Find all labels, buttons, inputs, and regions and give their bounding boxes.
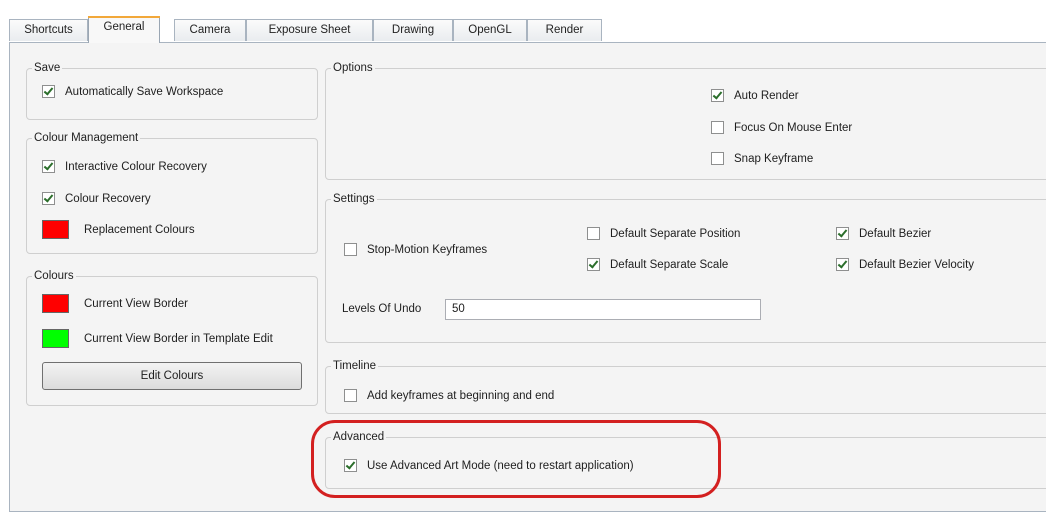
auto-render-label: Auto Render [734,89,799,102]
settings-title: Settings [331,192,377,206]
tab-camera[interactable]: Camera [174,19,246,41]
sep-position-option[interactable]: Default Separate Position [587,227,740,240]
art-mode-checkbox[interactable] [344,459,357,472]
stop-motion-option[interactable]: Stop-Motion Keyframes [344,243,487,256]
replacement-colours-label: Replacement Colours [84,223,195,236]
art-mode-label: Use Advanced Art Mode (need to restart a… [367,459,634,472]
auto-save-checkbox[interactable] [42,85,55,98]
focus-mouse-option[interactable]: Focus On Mouse Enter [711,121,852,134]
interactive-recovery-option[interactable]: Interactive Colour Recovery [42,160,207,173]
template-border-row: Current View Border in Template Edit [42,329,273,348]
sep-scale-label: Default Separate Scale [610,258,729,271]
timeline-title: Timeline [331,359,379,373]
save-group: Save Automatically Save Workspace [26,61,318,120]
snap-keyframe-label: Snap Keyframe [734,152,814,165]
options-group: Options Auto Render Focus On Mouse Enter… [325,61,1046,180]
sep-scale-checkbox[interactable] [587,258,600,271]
colour-management-group: Colour Management Interactive Colour Rec… [26,131,318,254]
tab-render[interactable]: Render [527,19,602,41]
tab-general[interactable]: General [88,16,160,43]
art-mode-option[interactable]: Use Advanced Art Mode (need to restart a… [344,459,634,472]
replacement-colour-swatch[interactable] [42,220,69,239]
view-border-swatch[interactable] [42,294,69,313]
interactive-recovery-checkbox[interactable] [42,160,55,173]
add-keyframes-label: Add keyframes at beginning and end [367,389,555,402]
auto-render-checkbox[interactable] [711,89,724,102]
options-title: Options [331,61,375,75]
tab-shortcuts[interactable]: Shortcuts [9,19,88,41]
bezier-checkbox[interactable] [836,227,849,240]
template-border-swatch[interactable] [42,329,69,348]
focus-mouse-checkbox[interactable] [711,121,724,134]
colour-recovery-label: Colour Recovery [65,192,151,205]
tab-exposure-sheet[interactable]: Exposure Sheet [246,19,373,41]
snap-keyframe-checkbox[interactable] [711,152,724,165]
levels-undo-label: Levels Of Undo [342,303,422,315]
auto-save-label: Automatically Save Workspace [65,85,224,98]
bezier-velocity-label: Default Bezier Velocity [859,258,975,271]
colour-management-title: Colour Management [32,131,141,145]
timeline-group: Timeline Add keyframes at beginning and … [325,359,1046,414]
edit-colours-button[interactable]: Edit Colours [42,362,302,390]
focus-mouse-label: Focus On Mouse Enter [734,121,853,134]
stop-motion-checkbox[interactable] [344,243,357,256]
auto-render-option[interactable]: Auto Render [711,89,799,102]
colours-title: Colours [32,269,76,283]
bezier-velocity-checkbox[interactable] [836,258,849,271]
save-title: Save [32,61,63,75]
sep-scale-option[interactable]: Default Separate Scale [587,258,728,271]
view-border-label: Current View Border [84,297,188,310]
add-keyframes-checkbox[interactable] [344,389,357,402]
settings-group: Settings Stop-Motion Keyframes Default S… [325,192,1046,343]
view-border-row: Current View Border [42,294,188,313]
advanced-group: Advanced Use Advanced Art Mode (need to … [325,430,1046,489]
snap-keyframe-option[interactable]: Snap Keyframe [711,152,813,165]
bezier-label: Default Bezier [859,227,932,240]
interactive-recovery-label: Interactive Colour Recovery [65,160,207,173]
levels-undo-input[interactable]: 50 [445,299,761,320]
advanced-title: Advanced [331,430,387,444]
bezier-velocity-option[interactable]: Default Bezier Velocity [836,258,974,271]
tab-opengl[interactable]: OpenGL [453,19,527,41]
colour-recovery-checkbox[interactable] [42,192,55,205]
bezier-option[interactable]: Default Bezier [836,227,931,240]
tab-drawing[interactable]: Drawing [373,19,453,41]
sep-position-label: Default Separate Position [610,227,741,240]
add-keyframes-option[interactable]: Add keyframes at beginning and end [344,389,554,402]
replacement-colours-row: Replacement Colours [42,220,195,239]
colour-recovery-option[interactable]: Colour Recovery [42,192,151,205]
colours-group: Colours Current View Border Current View… [26,269,318,406]
auto-save-option[interactable]: Automatically Save Workspace [42,85,223,98]
stop-motion-label: Stop-Motion Keyframes [367,243,488,256]
template-border-label: Current View Border in Template Edit [84,332,273,345]
sep-position-checkbox[interactable] [587,227,600,240]
